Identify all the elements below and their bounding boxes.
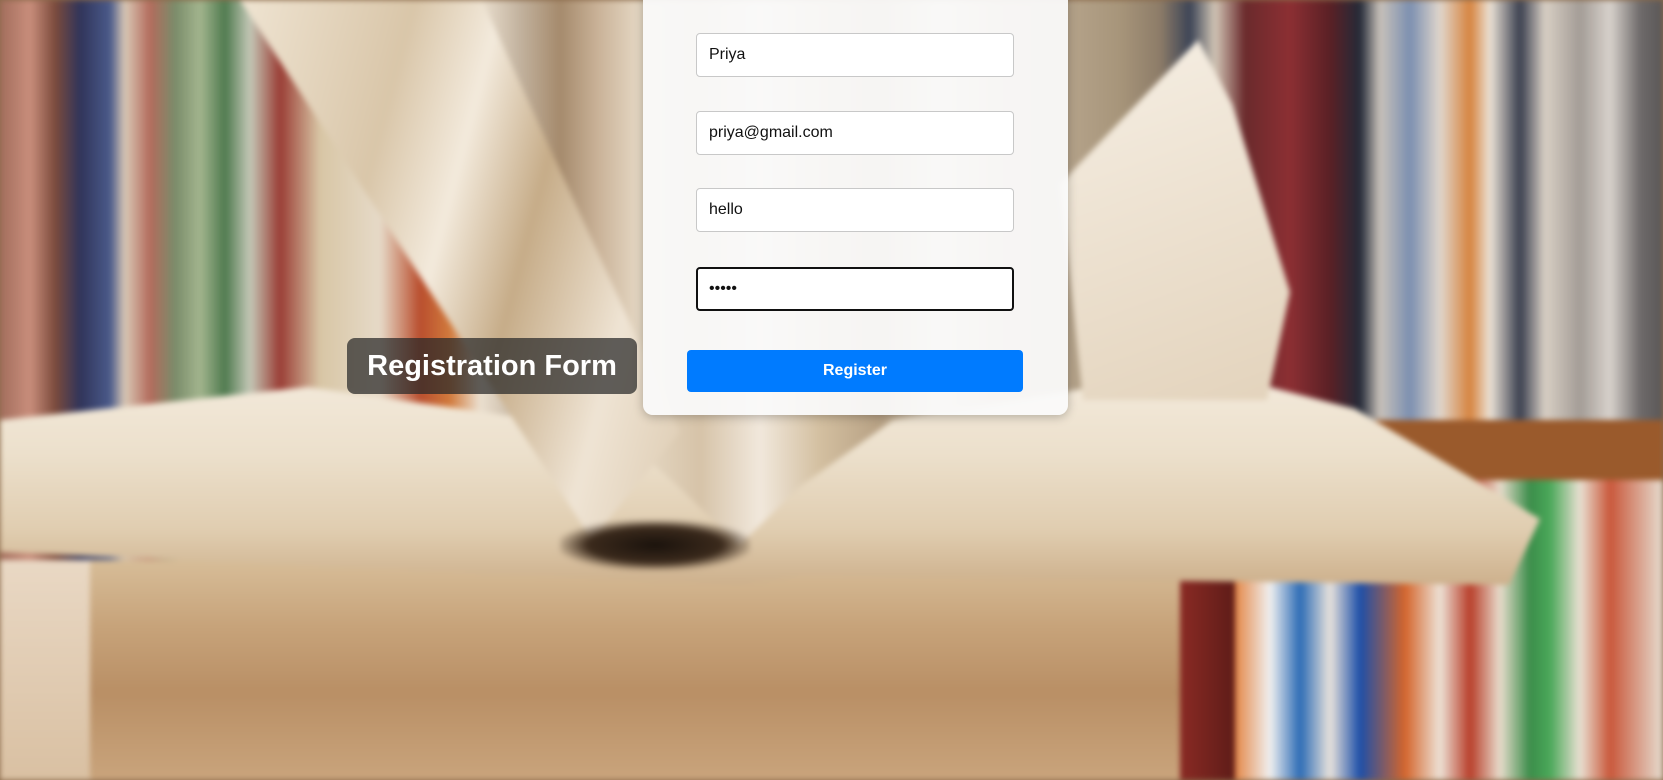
book-pages-block xyxy=(90,560,1230,780)
register-button[interactable]: Register xyxy=(687,350,1023,392)
registration-form-card: Register xyxy=(643,0,1068,415)
registration-page: Registration Form Register xyxy=(0,0,1663,780)
book-left-edge xyxy=(0,560,100,780)
email-field[interactable] xyxy=(696,111,1014,155)
username-field[interactable] xyxy=(696,188,1014,232)
page-title: Registration Form xyxy=(367,349,617,382)
password-field[interactable] xyxy=(696,267,1014,311)
title-banner: Registration Form xyxy=(347,338,637,394)
book-spine-shadow xyxy=(560,520,750,570)
name-field[interactable] xyxy=(696,33,1014,77)
